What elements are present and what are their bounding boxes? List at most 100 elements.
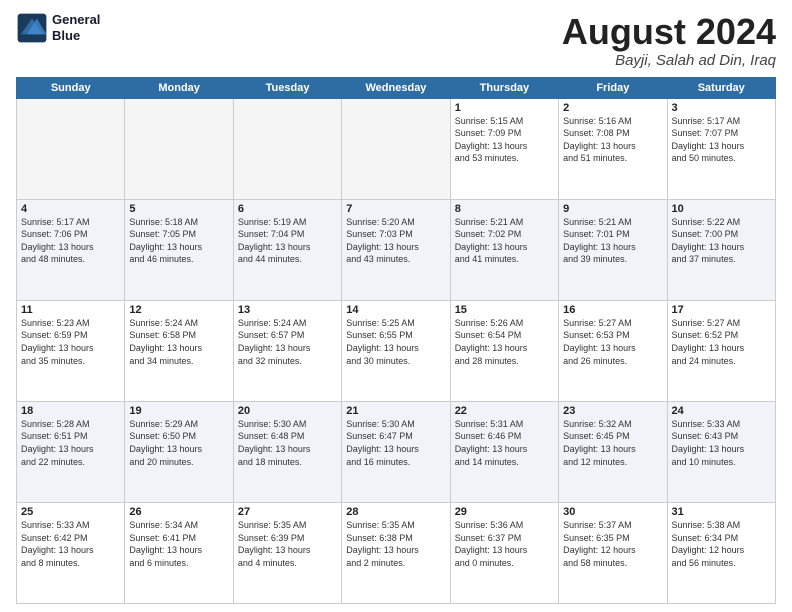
day-info: Sunrise: 5:36 AM Sunset: 6:37 PM Dayligh…	[455, 519, 554, 569]
day-number: 11	[21, 304, 120, 316]
calendar-cell: 10Sunrise: 5:22 AM Sunset: 7:00 PM Dayli…	[667, 199, 775, 300]
day-header-monday: Monday	[125, 77, 233, 98]
calendar-cell: 24Sunrise: 5:33 AM Sunset: 6:43 PM Dayli…	[667, 401, 775, 502]
day-info: Sunrise: 5:15 AM Sunset: 7:09 PM Dayligh…	[455, 115, 554, 165]
calendar-cell: 31Sunrise: 5:38 AM Sunset: 6:34 PM Dayli…	[667, 502, 775, 603]
calendar-header-row: SundayMondayTuesdayWednesdayThursdayFrid…	[17, 77, 776, 98]
day-header-tuesday: Tuesday	[233, 77, 341, 98]
day-header-sunday: Sunday	[17, 77, 125, 98]
calendar-week-row: 25Sunrise: 5:33 AM Sunset: 6:42 PM Dayli…	[17, 502, 776, 603]
day-number: 24	[672, 405, 771, 417]
day-number: 22	[455, 405, 554, 417]
calendar-cell: 15Sunrise: 5:26 AM Sunset: 6:54 PM Dayli…	[450, 300, 558, 401]
calendar-cell: 18Sunrise: 5:28 AM Sunset: 6:51 PM Dayli…	[17, 401, 125, 502]
calendar-cell	[342, 98, 450, 199]
day-info: Sunrise: 5:27 AM Sunset: 6:53 PM Dayligh…	[563, 317, 662, 367]
day-info: Sunrise: 5:25 AM Sunset: 6:55 PM Dayligh…	[346, 317, 445, 367]
calendar-cell: 16Sunrise: 5:27 AM Sunset: 6:53 PM Dayli…	[559, 300, 667, 401]
day-number: 20	[238, 405, 337, 417]
day-number: 14	[346, 304, 445, 316]
day-info: Sunrise: 5:30 AM Sunset: 6:48 PM Dayligh…	[238, 418, 337, 468]
day-number: 21	[346, 405, 445, 417]
calendar-cell: 13Sunrise: 5:24 AM Sunset: 6:57 PM Dayli…	[233, 300, 341, 401]
day-info: Sunrise: 5:22 AM Sunset: 7:00 PM Dayligh…	[672, 216, 771, 266]
day-header-friday: Friday	[559, 77, 667, 98]
calendar-table: SundayMondayTuesdayWednesdayThursdayFrid…	[16, 77, 776, 604]
location: Bayji, Salah ad Din, Iraq	[562, 52, 776, 69]
calendar-cell: 11Sunrise: 5:23 AM Sunset: 6:59 PM Dayli…	[17, 300, 125, 401]
day-header-wednesday: Wednesday	[342, 77, 450, 98]
day-info: Sunrise: 5:23 AM Sunset: 6:59 PM Dayligh…	[21, 317, 120, 367]
day-info: Sunrise: 5:20 AM Sunset: 7:03 PM Dayligh…	[346, 216, 445, 266]
calendar-cell: 7Sunrise: 5:20 AM Sunset: 7:03 PM Daylig…	[342, 199, 450, 300]
day-number: 31	[672, 506, 771, 518]
calendar-cell: 30Sunrise: 5:37 AM Sunset: 6:35 PM Dayli…	[559, 502, 667, 603]
day-number: 2	[563, 102, 662, 114]
day-number: 6	[238, 203, 337, 215]
calendar-cell	[233, 98, 341, 199]
day-info: Sunrise: 5:31 AM Sunset: 6:46 PM Dayligh…	[455, 418, 554, 468]
day-info: Sunrise: 5:26 AM Sunset: 6:54 PM Dayligh…	[455, 317, 554, 367]
calendar-cell: 6Sunrise: 5:19 AM Sunset: 7:04 PM Daylig…	[233, 199, 341, 300]
day-info: Sunrise: 5:18 AM Sunset: 7:05 PM Dayligh…	[129, 216, 228, 266]
day-number: 13	[238, 304, 337, 316]
day-number: 28	[346, 506, 445, 518]
day-info: Sunrise: 5:24 AM Sunset: 6:57 PM Dayligh…	[238, 317, 337, 367]
calendar-cell: 23Sunrise: 5:32 AM Sunset: 6:45 PM Dayli…	[559, 401, 667, 502]
calendar-cell: 5Sunrise: 5:18 AM Sunset: 7:05 PM Daylig…	[125, 199, 233, 300]
calendar-cell	[125, 98, 233, 199]
day-info: Sunrise: 5:16 AM Sunset: 7:08 PM Dayligh…	[563, 115, 662, 165]
calendar-cell: 19Sunrise: 5:29 AM Sunset: 6:50 PM Dayli…	[125, 401, 233, 502]
calendar-cell: 17Sunrise: 5:27 AM Sunset: 6:52 PM Dayli…	[667, 300, 775, 401]
calendar-cell: 29Sunrise: 5:36 AM Sunset: 6:37 PM Dayli…	[450, 502, 558, 603]
day-number: 8	[455, 203, 554, 215]
title-block: August 2024 Bayji, Salah ad Din, Iraq	[562, 12, 776, 69]
day-info: Sunrise: 5:24 AM Sunset: 6:58 PM Dayligh…	[129, 317, 228, 367]
day-number: 26	[129, 506, 228, 518]
day-info: Sunrise: 5:35 AM Sunset: 6:39 PM Dayligh…	[238, 519, 337, 569]
calendar-cell: 26Sunrise: 5:34 AM Sunset: 6:41 PM Dayli…	[125, 502, 233, 603]
day-info: Sunrise: 5:21 AM Sunset: 7:01 PM Dayligh…	[563, 216, 662, 266]
calendar-cell: 14Sunrise: 5:25 AM Sunset: 6:55 PM Dayli…	[342, 300, 450, 401]
calendar-cell: 20Sunrise: 5:30 AM Sunset: 6:48 PM Dayli…	[233, 401, 341, 502]
calendar-cell: 3Sunrise: 5:17 AM Sunset: 7:07 PM Daylig…	[667, 98, 775, 199]
day-number: 16	[563, 304, 662, 316]
day-number: 12	[129, 304, 228, 316]
day-header-saturday: Saturday	[667, 77, 775, 98]
calendar-cell: 22Sunrise: 5:31 AM Sunset: 6:46 PM Dayli…	[450, 401, 558, 502]
calendar-week-row: 1Sunrise: 5:15 AM Sunset: 7:09 PM Daylig…	[17, 98, 776, 199]
calendar-cell: 1Sunrise: 5:15 AM Sunset: 7:09 PM Daylig…	[450, 98, 558, 199]
day-info: Sunrise: 5:17 AM Sunset: 7:07 PM Dayligh…	[672, 115, 771, 165]
day-info: Sunrise: 5:29 AM Sunset: 6:50 PM Dayligh…	[129, 418, 228, 468]
logo-text: General Blue	[52, 12, 100, 43]
day-number: 19	[129, 405, 228, 417]
calendar-cell: 12Sunrise: 5:24 AM Sunset: 6:58 PM Dayli…	[125, 300, 233, 401]
day-number: 27	[238, 506, 337, 518]
calendar-cell: 27Sunrise: 5:35 AM Sunset: 6:39 PM Dayli…	[233, 502, 341, 603]
day-number: 25	[21, 506, 120, 518]
day-info: Sunrise: 5:35 AM Sunset: 6:38 PM Dayligh…	[346, 519, 445, 569]
day-number: 3	[672, 102, 771, 114]
day-number: 1	[455, 102, 554, 114]
day-info: Sunrise: 5:21 AM Sunset: 7:02 PM Dayligh…	[455, 216, 554, 266]
calendar-cell: 4Sunrise: 5:17 AM Sunset: 7:06 PM Daylig…	[17, 199, 125, 300]
day-info: Sunrise: 5:32 AM Sunset: 6:45 PM Dayligh…	[563, 418, 662, 468]
day-number: 15	[455, 304, 554, 316]
day-info: Sunrise: 5:33 AM Sunset: 6:42 PM Dayligh…	[21, 519, 120, 569]
day-info: Sunrise: 5:27 AM Sunset: 6:52 PM Dayligh…	[672, 317, 771, 367]
calendar-week-row: 11Sunrise: 5:23 AM Sunset: 6:59 PM Dayli…	[17, 300, 776, 401]
calendar-cell: 9Sunrise: 5:21 AM Sunset: 7:01 PM Daylig…	[559, 199, 667, 300]
day-number: 9	[563, 203, 662, 215]
logo: General Blue	[16, 12, 100, 44]
calendar-cell: 28Sunrise: 5:35 AM Sunset: 6:38 PM Dayli…	[342, 502, 450, 603]
day-info: Sunrise: 5:30 AM Sunset: 6:47 PM Dayligh…	[346, 418, 445, 468]
day-info: Sunrise: 5:37 AM Sunset: 6:35 PM Dayligh…	[563, 519, 662, 569]
day-info: Sunrise: 5:28 AM Sunset: 6:51 PM Dayligh…	[21, 418, 120, 468]
day-number: 23	[563, 405, 662, 417]
day-number: 5	[129, 203, 228, 215]
calendar-cell	[17, 98, 125, 199]
day-number: 29	[455, 506, 554, 518]
day-number: 4	[21, 203, 120, 215]
calendar-week-row: 4Sunrise: 5:17 AM Sunset: 7:06 PM Daylig…	[17, 199, 776, 300]
page: General Blue August 2024 Bayji, Salah ad…	[0, 0, 792, 612]
